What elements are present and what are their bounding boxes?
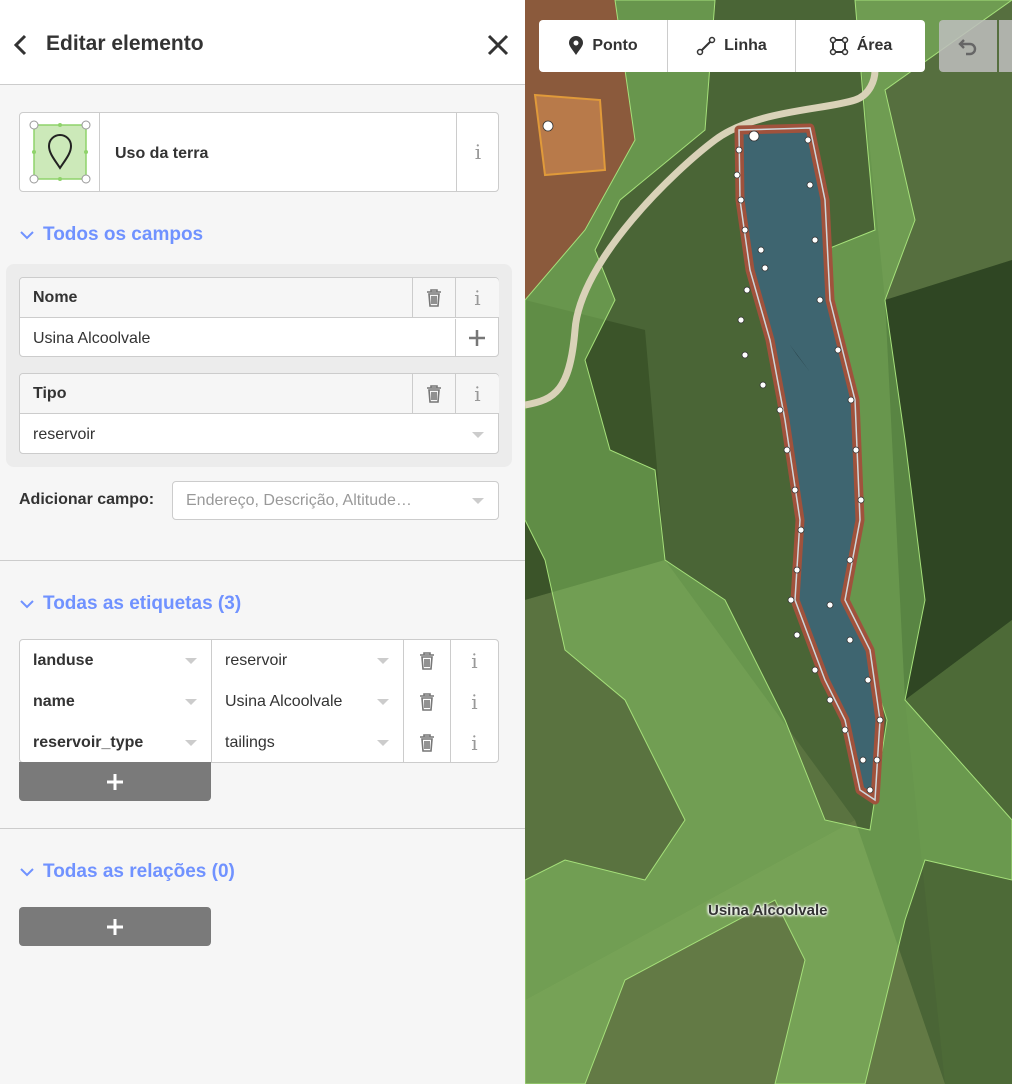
plus-icon	[107, 918, 123, 935]
redo-button[interactable]	[999, 20, 1012, 72]
relations-section-title: Todas as relações (0)	[43, 861, 235, 882]
caret-down-icon	[185, 699, 197, 705]
name-input[interactable]: Usina Alcoolvale	[20, 319, 150, 358]
chevron-down-icon	[20, 600, 34, 609]
tag-value-input[interactable]: tailings	[212, 722, 404, 763]
add-field-label: Adicionar campo:	[19, 491, 155, 508]
caret-down-icon	[377, 658, 389, 664]
chevron-down-icon	[20, 231, 34, 240]
line-icon	[696, 36, 716, 56]
preset-name: Uso da terra	[115, 145, 209, 162]
section-divider	[0, 828, 525, 829]
field-name: Nome i Usina Alcoolvale	[19, 277, 499, 357]
preset-info-icon[interactable]: i	[456, 113, 499, 191]
tag-value-text: tailings	[225, 734, 275, 751]
line-label: Linha	[724, 37, 767, 54]
add-relation-button[interactable]	[19, 907, 211, 946]
caret-down-icon	[185, 658, 197, 664]
field-info-icon[interactable]: i	[455, 278, 499, 318]
section-divider	[0, 560, 525, 561]
fields-section-toggle[interactable]: Todos os campos	[19, 224, 203, 246]
close-icon[interactable]	[484, 30, 512, 60]
tag-row: name Usina Alcoolvale i	[20, 681, 498, 722]
tags-section-title: Todas as etiquetas (3)	[43, 593, 242, 614]
add-field-placeholder: Endereço, Descrição, Altitude…	[186, 492, 412, 509]
inspector-header: Editar elemento	[0, 0, 525, 85]
tag-key-input[interactable]: name	[20, 681, 212, 722]
caret-down-icon	[377, 740, 389, 746]
tag-key-text: landuse	[33, 652, 94, 669]
add-area-button[interactable]: Área	[796, 20, 925, 72]
field-info-icon[interactable]: i	[455, 374, 499, 414]
area-label: Área	[856, 37, 893, 54]
trash-icon[interactable]	[412, 374, 455, 414]
add-point-button[interactable]: Ponto	[539, 20, 668, 72]
chevron-down-icon	[20, 868, 34, 877]
fields-section-title: Todos os campos	[43, 224, 204, 245]
tag-value-text: reservoir	[225, 652, 288, 669]
tags-section-toggle[interactable]: Todas as etiquetas (3)	[19, 593, 241, 615]
add-tag-button[interactable]	[19, 762, 211, 801]
caret-down-icon	[185, 740, 197, 746]
area-preset-icon	[20, 113, 100, 191]
trash-icon[interactable]	[404, 640, 451, 681]
pin-icon	[569, 36, 584, 55]
tag-value-text: Usina Alcoolvale	[225, 693, 343, 710]
undo-button[interactable]	[939, 20, 997, 72]
map-canvas[interactable]	[525, 0, 1012, 1084]
preset-button[interactable]: Uso da terra i	[19, 112, 499, 192]
tag-key-input[interactable]: reservoir_type	[20, 722, 212, 763]
satellite-imagery	[525, 0, 1012, 1084]
tag-value-input[interactable]: Usina Alcoolvale	[212, 681, 404, 722]
relations-section-toggle[interactable]: Todas as relações (0)	[19, 861, 235, 883]
area-icon	[829, 36, 848, 56]
undo-icon	[958, 39, 977, 56]
add-field-combo[interactable]: Endereço, Descrição, Altitude…	[172, 481, 499, 520]
add-line-button[interactable]: Linha	[668, 20, 796, 72]
field-label: Tipo	[20, 374, 412, 414]
plus-icon	[107, 773, 123, 790]
map-feature-label: Usina Alcoolvale	[708, 902, 828, 919]
caret-down-icon	[472, 498, 484, 504]
tag-info-icon[interactable]: i	[451, 722, 498, 763]
type-combo[interactable]: reservoir	[20, 415, 95, 454]
trash-icon[interactable]	[404, 681, 451, 722]
field-label: Nome	[20, 278, 412, 318]
tag-info-icon[interactable]: i	[451, 640, 498, 681]
page-title: Editar elemento	[46, 32, 204, 55]
caret-down-icon	[472, 432, 484, 438]
inspector-sidebar: Editar elemento Uso da terra i Todos os …	[0, 0, 525, 1084]
field-type: Tipo i reservoir	[19, 373, 499, 454]
tag-key-text: name	[33, 693, 75, 710]
tag-editor: landuse reservoir i name Usina Alcoolval…	[19, 639, 499, 763]
tag-row: landuse reservoir i	[20, 640, 498, 681]
point-label: Ponto	[592, 37, 638, 54]
caret-down-icon	[377, 699, 389, 705]
map-toolbar: Ponto Linha Área	[539, 20, 925, 72]
tag-row: reservoir_type tailings i	[20, 722, 498, 763]
tag-key-input[interactable]: landuse	[20, 640, 212, 681]
add-localized-name-icon[interactable]	[455, 319, 498, 357]
trash-icon[interactable]	[412, 278, 455, 318]
chevron-left-icon[interactable]	[8, 30, 32, 60]
tag-info-icon[interactable]: i	[451, 681, 498, 722]
trash-icon[interactable]	[404, 722, 451, 763]
tag-value-input[interactable]: reservoir	[212, 640, 404, 681]
tag-key-text: reservoir_type	[33, 734, 144, 751]
